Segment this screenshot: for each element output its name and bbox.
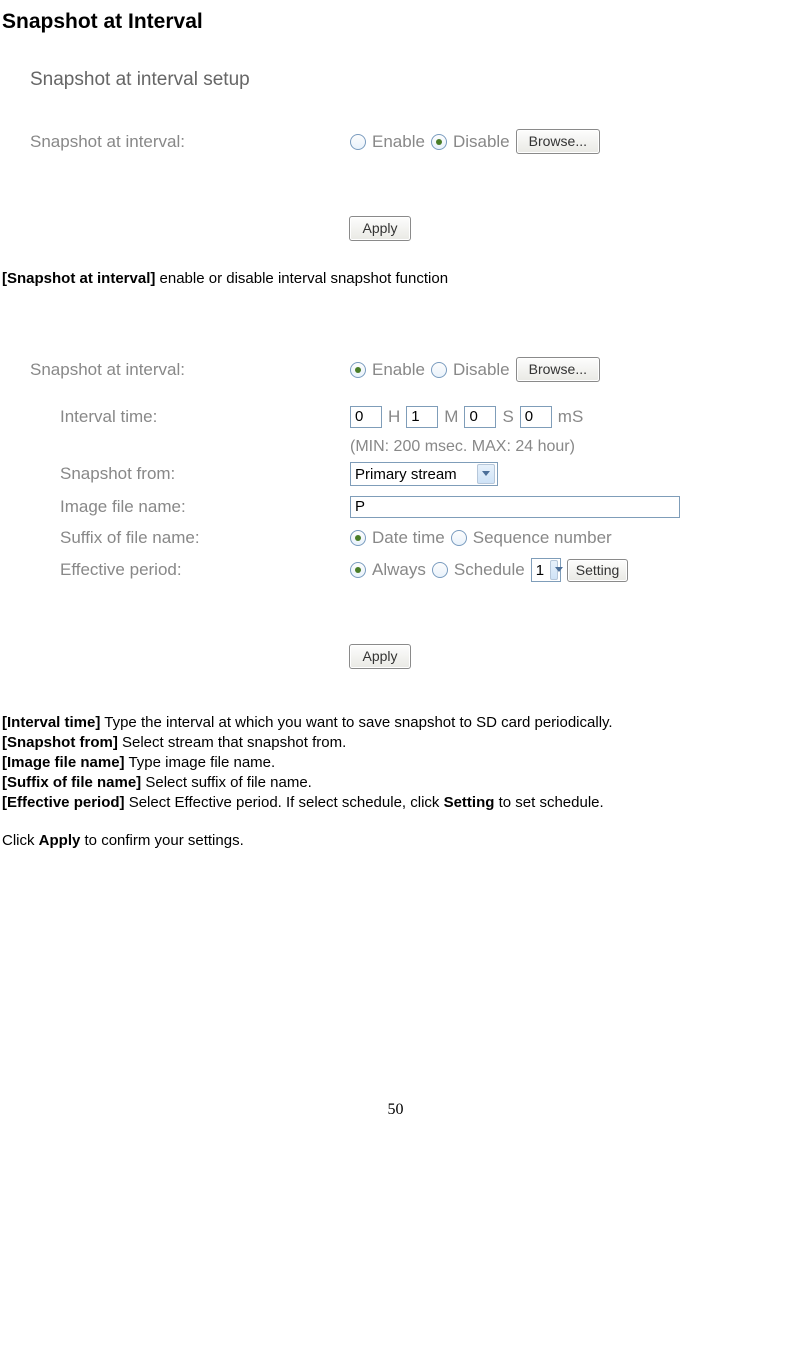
disable-option-1[interactable]: Disable <box>431 132 510 152</box>
radio-icon <box>350 362 366 378</box>
page-title: Snapshot at Interval <box>0 10 791 34</box>
suffix-datetime-option[interactable]: Date time <box>350 528 445 548</box>
image-filename-label: Image file name: <box>30 497 350 517</box>
interval-m-input[interactable]: 1 <box>406 406 438 428</box>
enable-text: Enable <box>372 132 425 152</box>
radio-icon <box>431 134 447 150</box>
period-schedule-option[interactable]: Schedule <box>432 560 525 580</box>
disable-option-2[interactable]: Disable <box>431 360 510 380</box>
setup-heading: Snapshot at interval setup <box>30 69 791 91</box>
interval-h-input[interactable]: 0 <box>350 406 382 428</box>
chevron-down-icon <box>550 560 558 580</box>
browse-button-1[interactable]: Browse... <box>516 129 600 154</box>
suffix-label: Suffix of file name: <box>30 528 350 548</box>
snapshot-from-label: Snapshot from: <box>30 464 350 484</box>
setup-panel-2: Snapshot at interval: Enable Disable Bro… <box>30 357 791 582</box>
radio-icon <box>451 530 467 546</box>
desc1-bold: [Snapshot at interval] <box>2 270 155 287</box>
interval-hint: (MIN: 200 msec. MAX: 24 hour) <box>350 438 791 456</box>
unit-ms: mS <box>558 407 584 427</box>
apply-button-2[interactable]: Apply <box>349 644 410 669</box>
enable-option-2[interactable]: Enable <box>350 360 425 380</box>
apply-button-1[interactable]: Apply <box>349 216 410 241</box>
effective-period-label: Effective period: <box>30 560 350 580</box>
setting-button[interactable]: Setting <box>567 559 629 582</box>
schedule-number-select[interactable]: 1 <box>531 558 561 582</box>
disable-text: Disable <box>453 132 510 152</box>
enable-option-1[interactable]: Enable <box>350 132 425 152</box>
chevron-down-icon <box>477 464 495 484</box>
description-2: [Interval time] Type the interval at whi… <box>2 713 779 851</box>
snapshot-interval-label: Snapshot at interval: <box>30 132 350 152</box>
radio-icon <box>350 562 366 578</box>
desc1-text: enable or disable interval snapshot func… <box>155 270 448 287</box>
unit-h: H <box>388 407 400 427</box>
snapshot-from-select[interactable]: Primary stream <box>350 462 498 486</box>
description-1: [Snapshot at interval] enable or disable… <box>2 269 779 289</box>
snapshot-interval-label-2: Snapshot at interval: <box>30 360 350 380</box>
period-always-option[interactable]: Always <box>350 560 426 580</box>
radio-icon <box>350 134 366 150</box>
radio-icon <box>350 530 366 546</box>
interval-time-label: Interval time: <box>30 407 350 427</box>
unit-s: S <box>502 407 513 427</box>
interval-s-input[interactable]: 0 <box>464 406 496 428</box>
setup-panel-1: Snapshot at interval setup Snapshot at i… <box>30 69 791 154</box>
suffix-sequence-option[interactable]: Sequence number <box>451 528 612 548</box>
radio-icon <box>431 362 447 378</box>
interval-ms-input[interactable]: 0 <box>520 406 552 428</box>
radio-icon <box>432 562 448 578</box>
unit-m: M <box>444 407 458 427</box>
page-number: 50 <box>0 1101 791 1119</box>
browse-button-2[interactable]: Browse... <box>516 357 600 382</box>
image-filename-input[interactable]: P <box>350 496 680 518</box>
